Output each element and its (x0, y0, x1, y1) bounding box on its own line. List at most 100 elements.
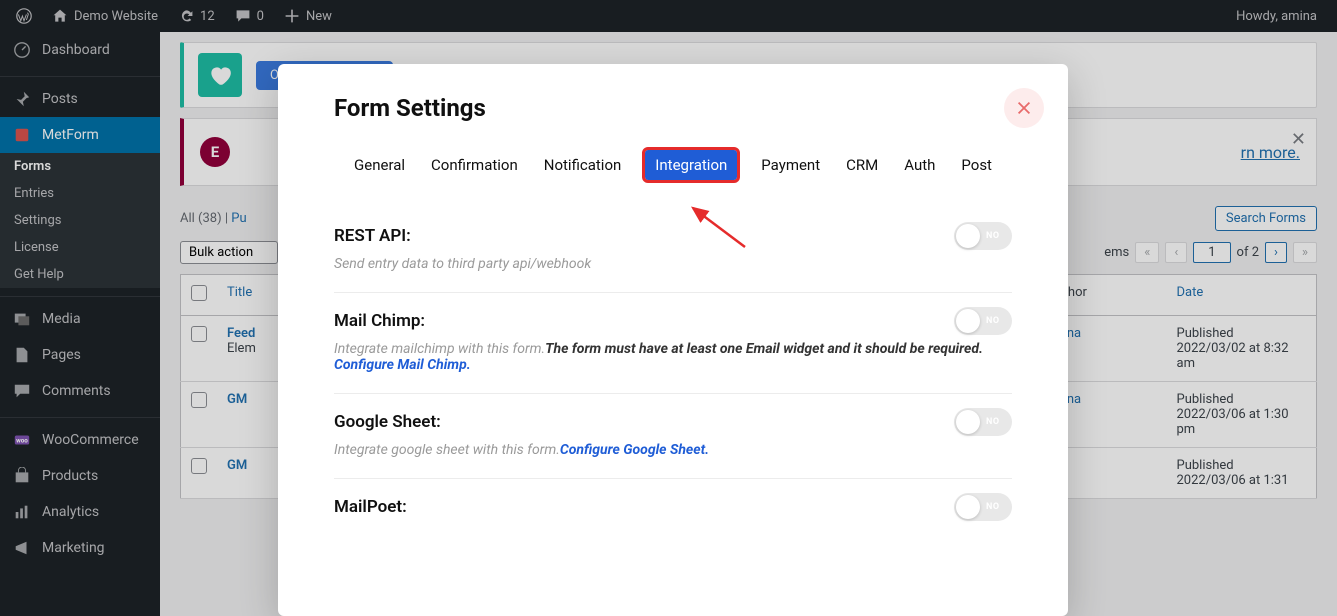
toggle-mailchimp[interactable]: NO (954, 307, 1012, 335)
next-page-button[interactable]: › (1265, 242, 1287, 263)
sidebar-item-posts[interactable]: Posts (0, 81, 160, 117)
sidebar-item-metform[interactable]: MetForm (0, 117, 160, 153)
row-title-link[interactable]: GM (227, 458, 247, 473)
of-pages: of 2 (1237, 245, 1259, 260)
toggle-knob (956, 309, 980, 333)
setting-description: Send entry data to third party api/webho… (334, 256, 1012, 272)
sidebar-subitem-entries[interactable]: Entries (0, 180, 160, 207)
woo-icon: woo (12, 430, 32, 450)
form-icon (12, 125, 32, 145)
tab-notification[interactable]: Notification (542, 150, 624, 180)
current-page-input[interactable]: 1 (1193, 242, 1230, 263)
sidebar-subitem-gethelp[interactable]: Get Help (0, 261, 160, 288)
new-content-link[interactable]: New (276, 0, 340, 32)
row-title-link[interactable]: GM (227, 392, 247, 407)
filter-all[interactable]: All (180, 211, 195, 226)
updates-link[interactable]: 12 (170, 0, 223, 32)
toggle-knob (956, 410, 980, 434)
comments-count: 0 (257, 9, 264, 24)
plus-icon (284, 8, 300, 24)
setting-google-sheet: Google Sheet: Integrate google sheet wit… (334, 394, 1012, 479)
setting-label: MailPoet: (334, 497, 1012, 517)
howdy-label: Howdy, amina (1236, 9, 1317, 24)
close-modal-button[interactable] (1004, 88, 1044, 128)
sidebar-item-label: MetForm (42, 127, 99, 143)
updates-count: 12 (200, 9, 215, 24)
sidebar-item-label: Dashboard (42, 42, 110, 58)
sidebar-item-label: Products (42, 468, 98, 484)
sidebar-item-woocommerce[interactable]: woo WooCommerce (0, 422, 160, 458)
admin-toolbar-left: Demo Website 12 0 New (8, 0, 340, 32)
row-checkbox[interactable] (191, 392, 207, 408)
tab-payment[interactable]: Payment (759, 150, 822, 180)
home-icon (52, 8, 68, 24)
sidebar-subitem-settings[interactable]: Settings (0, 207, 160, 234)
sidebar-item-label: Comments (42, 383, 111, 399)
setting-label: REST API: (334, 226, 1012, 246)
elementor-icon: E (200, 137, 230, 167)
sidebar-subitem-license[interactable]: License (0, 234, 160, 261)
sidebar-item-analytics[interactable]: Analytics (0, 494, 160, 530)
new-label: New (306, 9, 332, 24)
setting-description: Integrate mailchimp with this form.The f… (334, 341, 1012, 373)
search-box: Search Forms (1215, 206, 1317, 231)
filter-published[interactable]: Pu (231, 211, 246, 226)
filter-all-count: (38) (198, 211, 222, 226)
tab-post[interactable]: Post (959, 150, 994, 180)
row-checkbox[interactable] (191, 326, 207, 342)
admin-sidebar: Dashboard Posts MetForm Forms Entries Se… (0, 32, 160, 616)
pin-icon (12, 89, 32, 109)
sidebar-item-products[interactable]: Products (0, 458, 160, 494)
setting-mailpoet: MailPoet: NO (334, 479, 1012, 547)
sidebar-item-label: Marketing (42, 540, 105, 556)
search-forms-button[interactable]: Search Forms (1215, 206, 1317, 231)
marketing-icon (12, 538, 32, 558)
sidebar-item-media[interactable]: Media (0, 301, 160, 337)
sidebar-item-label: Analytics (42, 504, 99, 520)
configure-googlesheet-link[interactable]: Configure Google Sheet. (560, 442, 709, 458)
tab-auth[interactable]: Auth (902, 150, 937, 180)
sidebar-item-label: Pages (42, 347, 81, 363)
list-filter-links: All (38) | Pu (180, 211, 247, 226)
bulk-action-select[interactable]: Bulk action (180, 241, 278, 264)
tab-crm[interactable]: CRM (844, 150, 880, 180)
configure-mailchimp-link[interactable]: Configure Mail Chimp. (334, 357, 471, 373)
site-name-link[interactable]: Demo Website (44, 0, 166, 32)
analytics-icon (12, 502, 32, 522)
select-all-checkbox[interactable] (191, 285, 207, 301)
pagination: ems « ‹ 1 of 2 › » (1104, 242, 1317, 263)
setting-description: Integrate google sheet with this form.Co… (334, 442, 1012, 458)
row-title-link[interactable]: Feed (227, 326, 255, 341)
modal-title: Form Settings (334, 94, 1012, 122)
sidebar-item-dashboard[interactable]: Dashboard (0, 32, 160, 68)
tab-integration[interactable]: Integration (645, 150, 737, 180)
tab-general[interactable]: General (352, 150, 407, 180)
sidebar-subitem-forms[interactable]: Forms (0, 153, 160, 180)
user-greeting[interactable]: Howdy, amina (1224, 9, 1329, 24)
toggle-mailpoet[interactable]: NO (954, 493, 1012, 521)
wordpress-icon (16, 8, 32, 24)
items-count: ems (1104, 245, 1129, 260)
wp-logo[interactable] (8, 0, 40, 32)
site-name-label: Demo Website (74, 9, 158, 24)
modal-tabs: General Confirmation Notification Integr… (334, 150, 1012, 180)
sidebar-item-pages[interactable]: Pages (0, 337, 160, 373)
comments-link[interactable]: 0 (227, 0, 272, 32)
first-page-button[interactable]: « (1135, 242, 1159, 263)
heart-icon (198, 53, 242, 97)
th-date[interactable]: Date (1177, 285, 1204, 300)
row-checkbox[interactable] (191, 458, 207, 474)
toggle-rest-api[interactable]: NO (954, 222, 1012, 250)
setting-label: Google Sheet: (334, 412, 1012, 432)
page-icon (12, 345, 32, 365)
dismiss-notice-button[interactable]: ✕ (1291, 129, 1306, 150)
sidebar-item-marketing[interactable]: Marketing (0, 530, 160, 566)
tab-confirmation[interactable]: Confirmation (429, 150, 520, 180)
toggle-google-sheet[interactable]: NO (954, 408, 1012, 436)
comment-icon (235, 8, 251, 24)
th-title[interactable]: Title (227, 285, 252, 300)
prev-page-button[interactable]: ‹ (1165, 242, 1187, 263)
last-page-button[interactable]: » (1293, 242, 1317, 263)
sidebar-item-comments[interactable]: Comments (0, 373, 160, 409)
sidebar-item-label: WooCommerce (42, 432, 139, 448)
